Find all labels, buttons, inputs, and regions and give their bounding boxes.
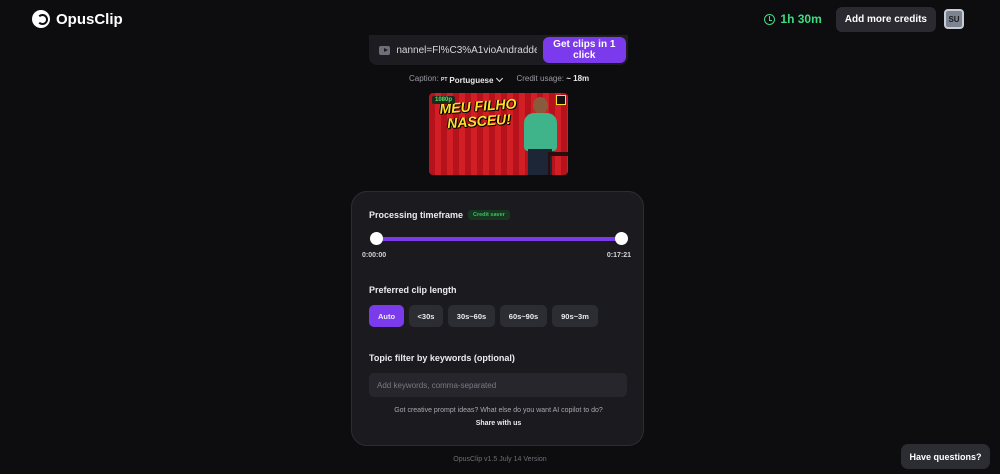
caption-label: Caption: [409, 74, 439, 83]
credit-usage-label: Credit usage: [516, 74, 565, 83]
credits-remaining: 1h 30m [764, 12, 822, 26]
url-bar: nannel=Fl%C3%A1vioAndradde Get clips in … [369, 35, 628, 65]
version-text: OpusClip v1.5 July 14 Version [453, 456, 547, 463]
clip-option-90s-3m[interactable]: 90s~3m [552, 305, 598, 327]
chevron-down-icon [496, 74, 504, 83]
app-name: OpusClip [56, 10, 123, 28]
timeframe-end-handle[interactable] [614, 232, 628, 245]
clip-length-options: Auto <30s 30s~60s 60s~90s 90s~3m [369, 305, 598, 327]
timeframe-slider-track[interactable] [376, 237, 621, 241]
get-clips-button[interactable]: Get clips in 1 click [542, 37, 626, 63]
topic-filter-label: Topic filter by keywords (optional) [369, 353, 515, 363]
timeframe-label: Processing timeframe [369, 210, 464, 220]
avatar[interactable]: SU [944, 9, 964, 29]
credit-usage-value: ~ 18m [566, 74, 590, 83]
end-time: 0:17:21 [606, 252, 631, 259]
prompt-hint: Got creative prompt ideas? What else do … [394, 407, 603, 414]
keywords-input[interactable] [369, 373, 627, 397]
timeframe-start-handle[interactable] [369, 232, 383, 245]
clip-option-under-30s[interactable]: <30s [409, 305, 443, 327]
share-link[interactable]: Share with us [352, 420, 645, 427]
top-nav: OpusClip 1h 30m Add more credits SU [0, 0, 1000, 38]
clip-option-60s-90s[interactable]: 60s~90s [500, 305, 547, 327]
clip-option-30s-60s[interactable]: 30s~60s [448, 305, 495, 327]
url-input[interactable]: nannel=Fl%C3%A1vioAndradde [396, 45, 536, 56]
caption-row: Caption: PT Portuguese Credit usage: ~ 1… [409, 74, 589, 85]
credit-usage: Credit usage: ~ 18m [516, 74, 589, 85]
logo[interactable]: OpusClip [32, 10, 123, 28]
opusclip-logo-icon [32, 10, 50, 28]
caption-group: Caption: PT Portuguese [409, 74, 504, 85]
add-credits-button[interactable]: Add more credits [835, 6, 936, 32]
clip-option-auto[interactable]: Auto [369, 305, 404, 327]
resolution-badge: 1080p [432, 96, 456, 104]
help-button[interactable]: Have questions? [901, 444, 990, 469]
caption-language: Portuguese [449, 75, 494, 85]
nav-right: 1h 30m Add more credits SU [764, 6, 964, 32]
video-thumbnail: MEU FILHO NASCEU! 1080p [429, 93, 568, 175]
clip-length-label: Preferred clip length [369, 285, 457, 295]
language-flag: PT [441, 77, 448, 83]
start-time: 0:00:00 [362, 252, 387, 259]
youtube-icon [379, 45, 391, 55]
caption-language-select[interactable]: PT Portuguese [441, 74, 504, 85]
thumbnail-person [522, 97, 568, 175]
settings-panel: Processing timeframe Credit saver 0:00:0… [351, 191, 644, 446]
credits-time-text: 1h 30m [780, 12, 822, 26]
credit-saver-badge: Credit saver [468, 210, 510, 220]
clock-icon [764, 13, 776, 25]
